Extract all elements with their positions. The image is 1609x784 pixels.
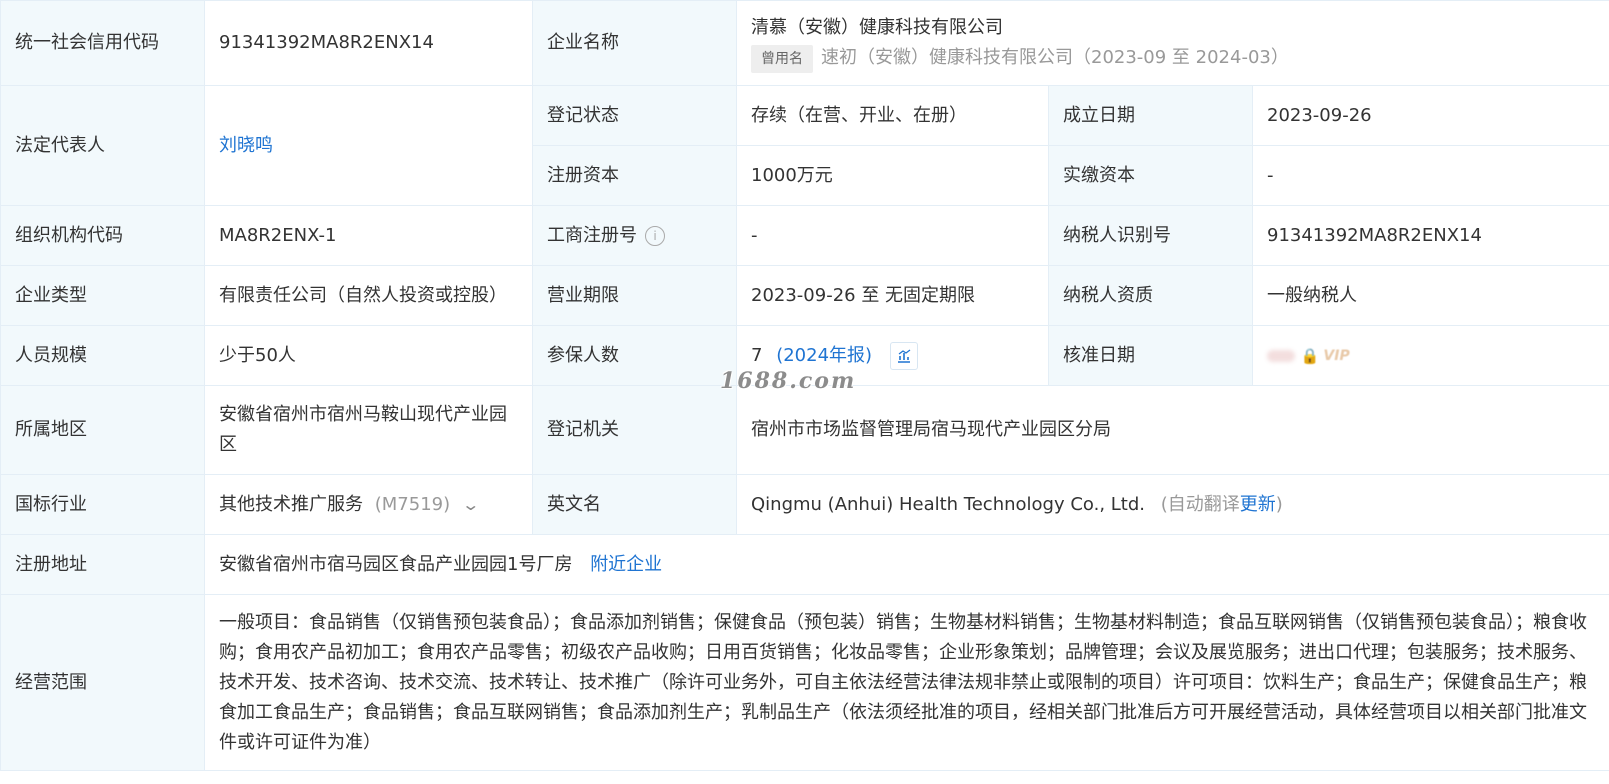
approve-date-cell: 🔒 VIP: [1252, 325, 1609, 386]
company-name-cell: 清慕（安徽）健康科技有限公司 曾用名 速初（安徽）健康科技有限公司（2023-09…: [736, 0, 1609, 86]
row-company-type: 企业类型 有限责任公司（自然人投资或控股） 营业期限 2023-09-26 至 …: [0, 265, 1609, 326]
biz-term-label: 营业期限: [532, 265, 737, 326]
taxpayer-id-label: 纳税人识别号: [1048, 205, 1253, 266]
legal-rep-label: 法定代表人: [0, 85, 205, 206]
english-name-cell: Qingmu (Anhui) Health Technology Co., Lt…: [736, 474, 1609, 535]
taxpayer-qual-value: 一般纳税人: [1252, 265, 1609, 326]
reg-authority-value: 宿州市市场监督管理局宿马现代产业园区分局: [736, 385, 1609, 475]
biz-term-value: 2023-09-26 至 无固定期限: [736, 265, 1049, 326]
info-icon[interactable]: i: [645, 225, 665, 246]
region-label: 所属地区: [0, 385, 205, 475]
org-code-label: 组织机构代码: [0, 205, 205, 266]
insured-value: 7: [751, 344, 763, 366]
credit-code-value: 91341392MA8R2ENX14: [204, 0, 533, 86]
biz-reg-no-value: -: [736, 205, 1049, 266]
staff-size-value: 少于50人: [204, 325, 533, 386]
row-industry: 国标行业 其他技术推广服务 (M7519) ⌄ 英文名 Qingmu (Anhu…: [0, 474, 1609, 535]
former-name-badge: 曾用名: [751, 45, 813, 73]
reg-address-label: 注册地址: [0, 534, 205, 595]
company-name-label: 企业名称: [532, 0, 737, 86]
biz-reg-no-label: 工商注册号: [547, 224, 637, 246]
insured-label: 参保人数: [532, 325, 737, 386]
industry-cell[interactable]: 其他技术推广服务 (M7519) ⌄: [204, 474, 533, 535]
auto-translate-prefix: (自动翻译: [1160, 493, 1240, 515]
reg-address-cell: 安徽省宿州市宿马园区食品产业园园1号厂房 附近企业: [204, 534, 1609, 595]
scope-value: 一般项目：食品销售（仅销售预包装食品）；食品添加剂销售；保健食品（预包装）销售；…: [204, 594, 1609, 771]
legal-rep-link[interactable]: 刘晓鸣: [219, 135, 273, 156]
paid-capital-label: 实缴资本: [1048, 145, 1253, 206]
paid-capital-value: -: [1252, 145, 1609, 206]
biz-reg-no-label-cell: 工商注册号 i: [532, 205, 737, 266]
reg-status-value: 存续（在营、开业、在册）: [736, 85, 1049, 146]
staff-size-label: 人员规模: [0, 325, 205, 386]
trend-chart-icon[interactable]: [889, 341, 918, 370]
row-status: 法定代表人 刘晓鸣 登记状态 存续（在营、开业、在册） 成立日期 2023-09…: [0, 85, 1609, 206]
founded-value: 2023-09-26: [1252, 85, 1609, 146]
chevron-down-icon[interactable]: ⌄: [461, 490, 480, 520]
region-value: 安徽省宿州市宿州马鞍山现代产业园区: [204, 385, 533, 475]
reg-capital-value: 1000万元: [736, 145, 1049, 206]
reg-address-value: 安徽省宿州市宿马园区食品产业园园1号厂房: [219, 553, 573, 575]
watermark-logo: 1688.com: [720, 368, 857, 394]
lock-icon: 🔒: [1300, 346, 1320, 365]
row-org-code: 组织机构代码 MA8R2ENX-1 工商注册号 i - 纳税人识别号 913413…: [0, 205, 1609, 266]
org-code-value: MA8R2ENX-1: [204, 205, 533, 266]
reg-authority-label: 登记机关: [532, 385, 737, 475]
vip-lock[interactable]: 🔒 VIP: [1301, 341, 1350, 371]
row-address: 注册地址 安徽省宿州市宿马园区食品产业园园1号厂房 附近企业: [0, 534, 1609, 595]
reg-capital-label: 注册资本: [532, 145, 737, 206]
former-name-row: 曾用名 速初（安徽）健康科技有限公司（2023-09 至 2024-03）: [751, 43, 1595, 73]
vip-label: VIP: [1323, 347, 1350, 364]
scope-label: 经营范围: [0, 594, 205, 771]
insured-report-link[interactable]: (2024年报): [776, 345, 872, 366]
auto-translate-suffix: ): [1275, 493, 1283, 515]
row-credit-code: 统一社会信用代码 91341392MA8R2ENX14 企业名称 清慕（安徽）健…: [0, 0, 1609, 86]
credit-code-label: 统一社会信用代码: [0, 0, 205, 86]
nearby-companies-link[interactable]: 附近企业: [590, 554, 662, 575]
approve-date-label: 核准日期: [1048, 325, 1253, 386]
row-region: 所属地区 安徽省宿州市宿州马鞍山现代产业园区 登记机关 宿州市市场监督管理局宿马…: [0, 385, 1609, 475]
company-type-value: 有限责任公司（自然人投资或控股）: [204, 265, 533, 326]
company-type-label: 企业类型: [0, 265, 205, 326]
update-link[interactable]: 更新: [1240, 494, 1276, 515]
reg-status-label: 登记状态: [532, 85, 737, 146]
company-name-value: 清慕（安徽）健康科技有限公司: [751, 17, 1003, 38]
industry-label: 国标行业: [0, 474, 205, 535]
blurred-value: [1267, 349, 1295, 362]
taxpayer-qual-label: 纳税人资质: [1048, 265, 1253, 326]
former-name-value: 速初（安徽）健康科技有限公司（2023-09 至 2024-03）: [821, 47, 1289, 68]
founded-label: 成立日期: [1048, 85, 1253, 146]
taxpayer-id-value: 91341392MA8R2ENX14: [1252, 205, 1609, 266]
industry-code: (M7519): [374, 493, 451, 515]
english-name-value: Qingmu (Anhui) Health Technology Co., Lt…: [751, 493, 1146, 515]
industry-value: 其他技术推广服务: [219, 493, 363, 515]
row-scope: 经营范围 一般项目：食品销售（仅销售预包装食品）；食品添加剂销售；保健食品（预包…: [0, 594, 1609, 771]
english-name-label: 英文名: [532, 474, 737, 535]
